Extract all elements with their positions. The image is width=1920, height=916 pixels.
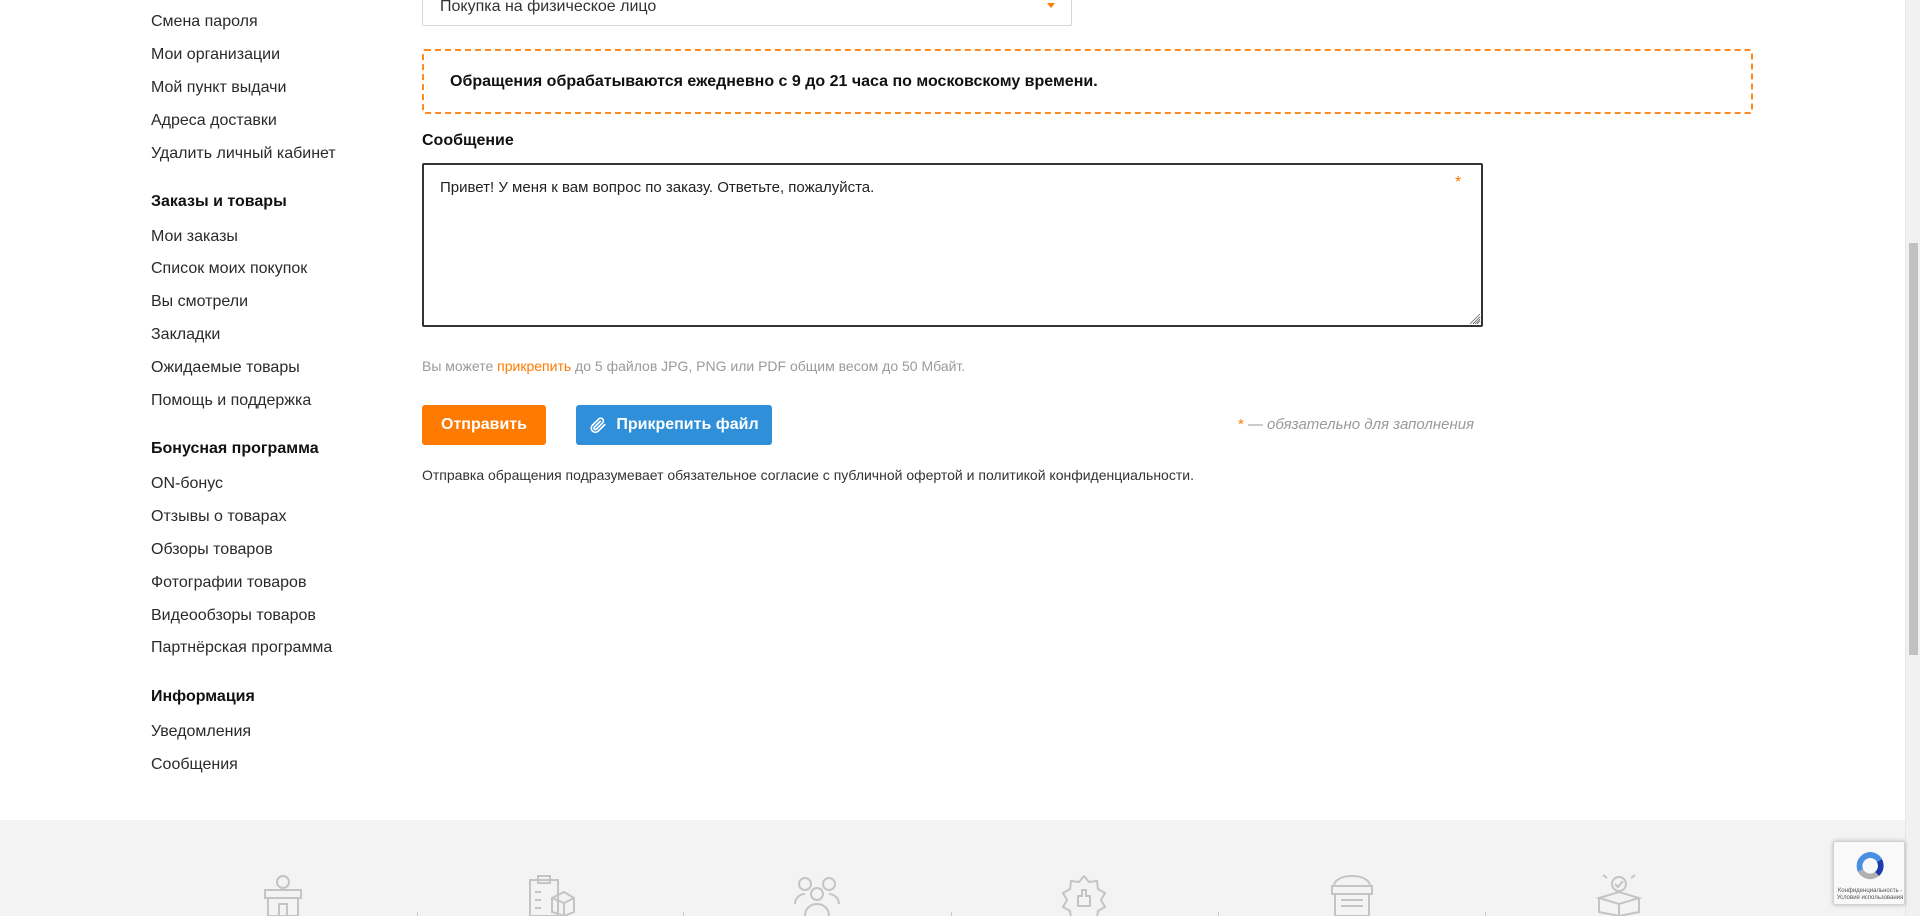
recaptcha-badge[interactable]: Конфиденциальность - Условия использован… <box>1833 841 1905 905</box>
store-icon <box>264 875 302 916</box>
sidebar-item-expected[interactable]: Ожидаемые товары <box>151 357 300 379</box>
notice-text: Обращения обрабатываются ежедневно с 9 д… <box>450 73 1098 90</box>
required-fields-note: * — обязательно для заполнения <box>1238 416 1474 433</box>
required-asterisk: * <box>1455 174 1462 191</box>
footer-divider <box>1485 912 1486 916</box>
sidebar-item-overviews[interactable]: Обзоры товаров <box>151 539 273 561</box>
sidebar-item-my-organizations[interactable]: Мои организации <box>151 44 280 66</box>
sidebar-item-viewed[interactable]: Вы смотрели <box>151 291 248 313</box>
message-textarea[interactable]: Привет! У меня к вам вопрос по заказу. О… <box>422 163 1483 327</box>
paperclip-icon <box>590 417 606 434</box>
attachment-hint: Вы можете прикрепить до 5 файлов JPG, PN… <box>422 358 965 374</box>
required-note-text: — обязательно для заполнения <box>1247 416 1475 433</box>
clipboard-box-icon <box>529 875 575 916</box>
sidebar-item-reviews[interactable]: Отзывы о товарах <box>151 506 286 528</box>
recaptcha-terms: Конфиденциальность - Условия использован… <box>1836 888 1904 901</box>
working-hours-notice: Обращения обрабатываются ежедневно с 9 д… <box>422 49 1753 114</box>
attach-link[interactable]: прикрепить <box>497 358 571 374</box>
hint-text-after: до 5 файлов JPG, PNG или PDF общим весом… <box>571 358 966 374</box>
sidebar-item-delete-account[interactable]: Удалить личный кабинет <box>151 143 336 165</box>
sidebar-item-my-orders[interactable]: Мои заказы <box>151 226 238 248</box>
message-label: Сообщение <box>422 132 514 149</box>
page: Смена пароля Мои организации Мой пункт в… <box>0 0 1920 916</box>
sidebar-item-change-password[interactable]: Смена пароля <box>151 11 258 33</box>
footer-features <box>0 820 1905 916</box>
sidebar-item-video-reviews[interactable]: Видеообзоры товаров <box>151 605 316 627</box>
sidebar-item-purchases[interactable]: Список моих покупок <box>151 258 307 280</box>
sidebar-heading-info: Информация <box>151 688 255 705</box>
footer-divider <box>951 912 952 916</box>
topic-select[interactable]: Покупка на физическое лицо <box>422 0 1072 26</box>
sidebar-item-delivery-addresses[interactable]: Адреса доставки <box>151 110 277 132</box>
sidebar-item-partner-program[interactable]: Партнёрская программа <box>151 637 332 659</box>
sidebar-item-messages[interactable]: Сообщения <box>151 754 238 776</box>
send-button[interactable]: Отправить <box>422 405 546 445</box>
storefront-icon <box>1331 874 1373 916</box>
sidebar-item-notifications[interactable]: Уведомления <box>151 721 251 743</box>
recaptcha-icon <box>1856 852 1884 880</box>
footer-divider <box>1218 912 1219 916</box>
required-note-asterisk: * <box>1238 416 1244 433</box>
scrollbar-thumb[interactable] <box>1909 243 1918 655</box>
attach-file-label: Прикрепить файл <box>616 416 759 433</box>
consent-text: Отправка обращения подразумевает обязате… <box>422 467 1194 483</box>
footer-divider <box>417 912 418 916</box>
chevron-down-icon <box>1047 3 1055 8</box>
sidebar-item-pickup-point[interactable]: Мой пункт выдачи <box>151 77 286 99</box>
resize-grip-icon[interactable] <box>1470 314 1480 324</box>
sidebar-heading-bonus: Бонусная программа <box>151 440 319 457</box>
sidebar-item-support[interactable]: Помощь и поддержка <box>151 390 311 412</box>
badge-hand-icon <box>1061 875 1107 916</box>
sidebar-item-bookmarks[interactable]: Закладки <box>151 324 220 346</box>
page-scrollbar[interactable] <box>1905 0 1920 916</box>
box-check-icon <box>1595 874 1643 916</box>
attach-file-button[interactable]: Прикрепить файл <box>576 405 772 445</box>
sidebar-item-photos[interactable]: Фотографии товаров <box>151 572 306 594</box>
hint-text-before: Вы можете <box>422 358 498 374</box>
sidebar-heading-orders: Заказы и товары <box>151 193 287 210</box>
sidebar-item-on-bonus[interactable]: ON-бонус <box>151 473 223 495</box>
people-icon <box>794 877 840 916</box>
topic-select-value: Покупка на физическое лицо <box>440 0 657 15</box>
footer-divider <box>683 912 684 916</box>
